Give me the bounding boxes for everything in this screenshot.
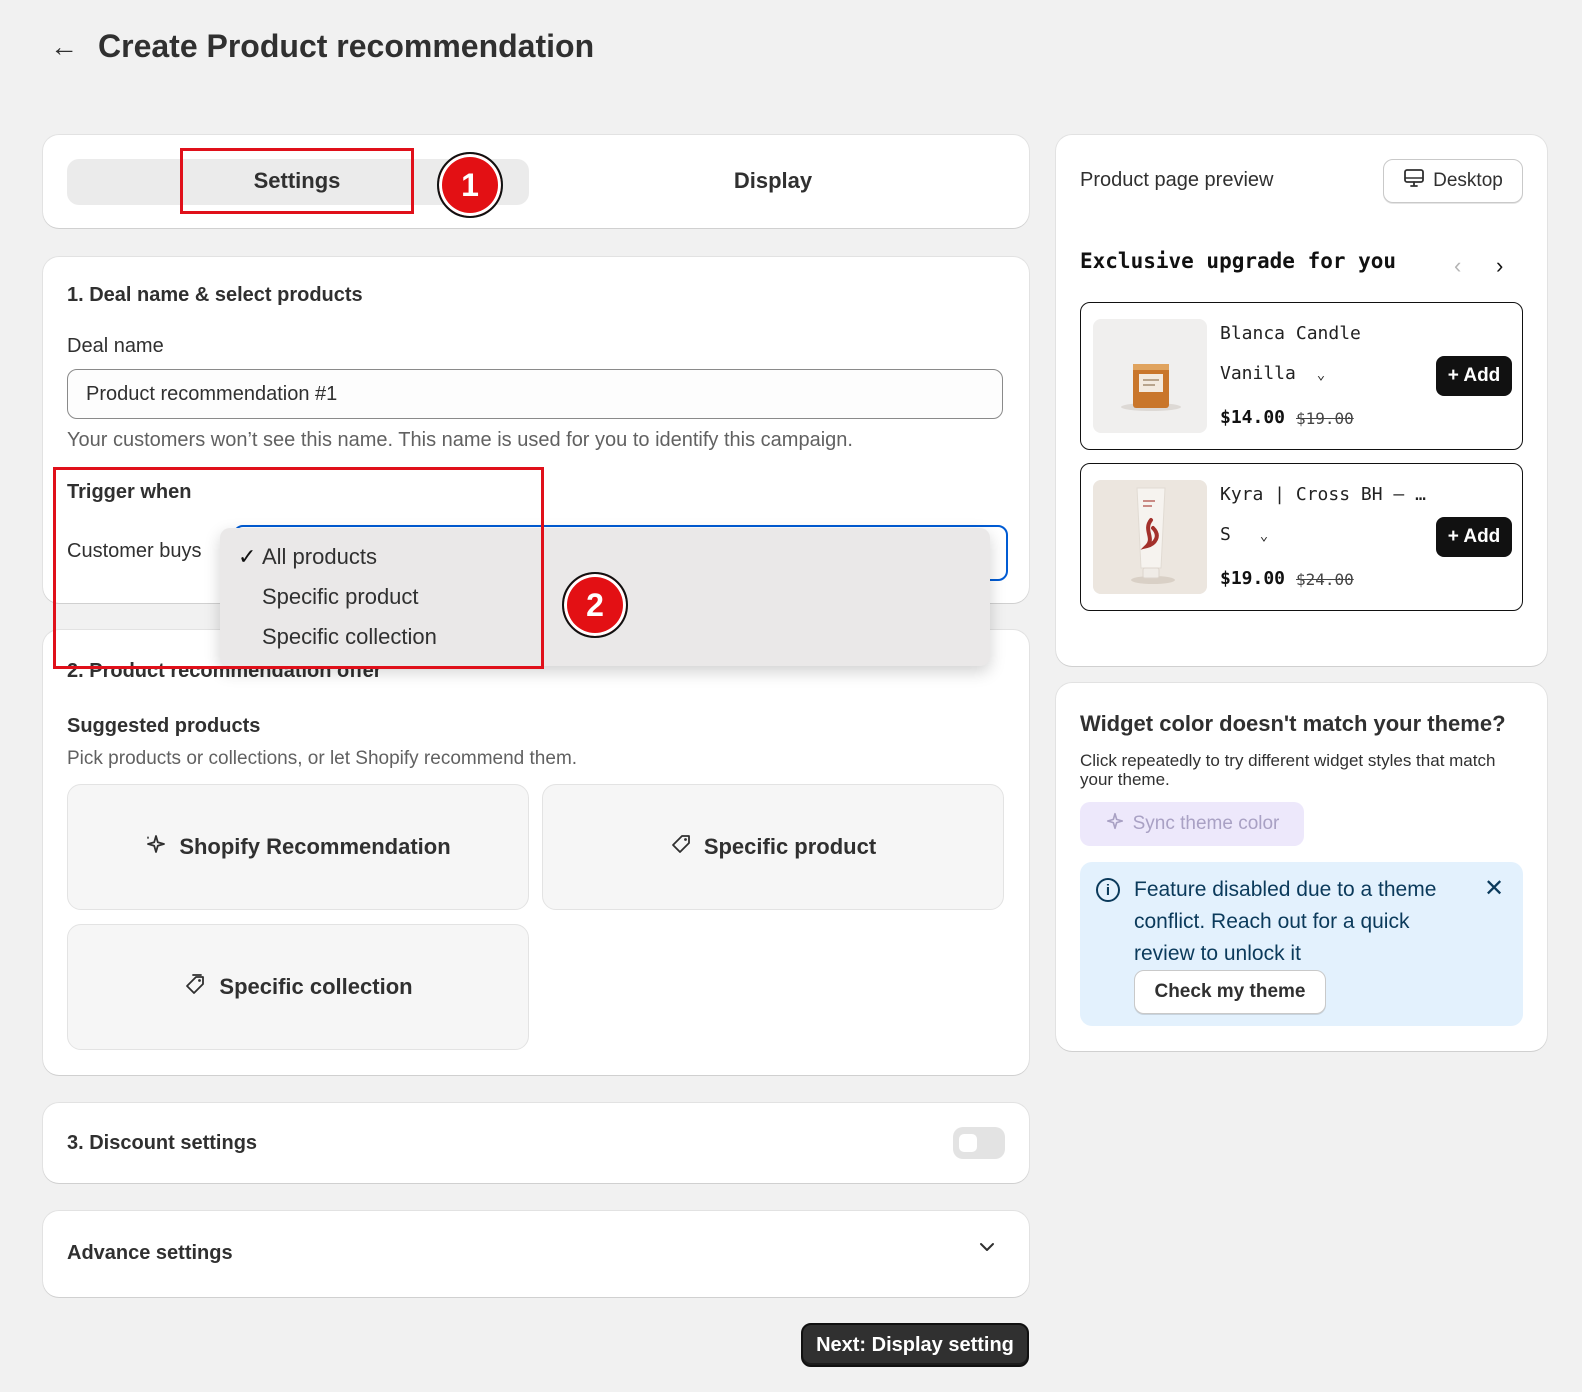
product-price: $19.00 [1220,568,1286,589]
product-name: Kyra | Cross BH – … [1220,484,1426,505]
tab-settings[interactable]: Settings [180,148,414,214]
suggested-products-title: Suggested products [67,715,261,737]
tile-label: Specific product [703,834,877,859]
chevron-down-icon: ⌄ [1316,367,1326,383]
discount-settings-section: 3. Discount settings [43,1103,1029,1183]
next-display-setting-button[interactable]: Next: Display setting [801,1323,1029,1367]
arrow-left-icon[interactable]: ← [50,32,78,61]
chevron-left-icon[interactable]: ‹ [1454,253,1461,279]
page-header: ← Create Product recommendation [50,28,594,65]
product-image-tube [1093,480,1207,594]
product-image-candle [1093,319,1207,433]
chevron-down-icon[interactable] [977,1237,997,1263]
tags-icon [183,973,207,1001]
variant-select[interactable]: S ⌄ [1220,524,1268,545]
product-page-preview-card: Product page preview Desktop Exclusive u… [1056,135,1547,666]
variant-value: Vanilla [1220,363,1296,384]
tabs-card: Settings Display [43,135,1029,228]
info-icon: i [1096,878,1120,902]
widget-color-title: Widget color doesn't match your theme? [1080,711,1506,736]
deal-name-input[interactable] [67,369,1003,419]
preview-title: Product page preview [1080,169,1274,191]
preview-product-card: Kyra | Cross BH – … S ⌄ $19.00 $24.00 + … [1080,463,1523,611]
widget-title: Exclusive upgrade for you [1080,249,1397,273]
section-title: Advance settings [67,1242,233,1264]
section-title: 3. Discount settings [67,1132,258,1154]
recommendation-offer-section: 2. Product recommendation offer Suggeste… [43,630,1029,1075]
deal-name-help-text: Your customers won’t see this name. This… [67,429,853,451]
variant-select[interactable]: Vanilla ⌄ [1220,363,1325,384]
theme-conflict-banner: i Feature disabled due to a theme confli… [1080,862,1523,1026]
product-compare-price: $19.00 [1296,409,1354,428]
discount-toggle[interactable] [953,1127,1005,1159]
product-compare-price: $24.00 [1296,570,1354,589]
tile-label: Shopify Recommendation [179,834,451,859]
specific-collection-tile[interactable]: Specific collection [67,924,529,1050]
widget-color-card: Widget color doesn't match your theme? C… [1056,683,1547,1051]
sync-theme-color-button[interactable]: Sync theme color [1080,802,1304,846]
annotation-highlight-trigger [53,467,544,669]
tab-display[interactable]: Display [543,148,1003,214]
add-product-button[interactable]: + Add [1436,517,1512,557]
product-price: $14.00 [1220,407,1286,428]
chevron-down-icon: ⌄ [1259,528,1269,544]
banner-text: Feature disabled due to a theme conflict… [1134,878,1437,965]
close-icon[interactable]: ✕ [1484,874,1504,903]
chevron-right-icon[interactable]: › [1496,253,1503,279]
specific-product-tile[interactable]: Specific product [542,784,1004,910]
shopify-recommendation-tile[interactable]: Shopify Recommendation [67,784,529,910]
tile-label: Specific collection [219,974,413,999]
sparkle-icon [145,833,167,861]
page-title: Create Product recommendation [98,28,595,64]
toggle-knob [959,1134,977,1152]
device-label: Desktop [1433,170,1503,191]
deal-name-label: Deal name [67,335,164,357]
add-product-button[interactable]: + Add [1436,356,1512,396]
annotation-badge-2: 2 [562,572,628,638]
variant-value: S [1220,524,1231,545]
sparkle-icon [1105,811,1125,837]
monitor-icon [1403,168,1425,194]
section-title: 1. Deal name & select products [67,284,363,306]
suggested-products-help: Pick products or collections, or let Sho… [67,748,578,769]
device-toggle-button[interactable]: Desktop [1383,159,1523,203]
sync-label: Sync theme color [1132,813,1280,834]
check-my-theme-button[interactable]: Check my theme [1134,970,1326,1014]
widget-color-description: Click repeatedly to try different widget… [1080,751,1496,789]
advance-settings-section[interactable]: Advance settings [43,1211,1029,1297]
preview-product-card: Blanca Candle Vanilla ⌄ $14.00 $19.00 + … [1080,302,1523,450]
product-name: Blanca Candle [1220,323,1361,344]
annotation-badge-1: 1 [437,152,503,218]
tag-icon [670,833,692,861]
